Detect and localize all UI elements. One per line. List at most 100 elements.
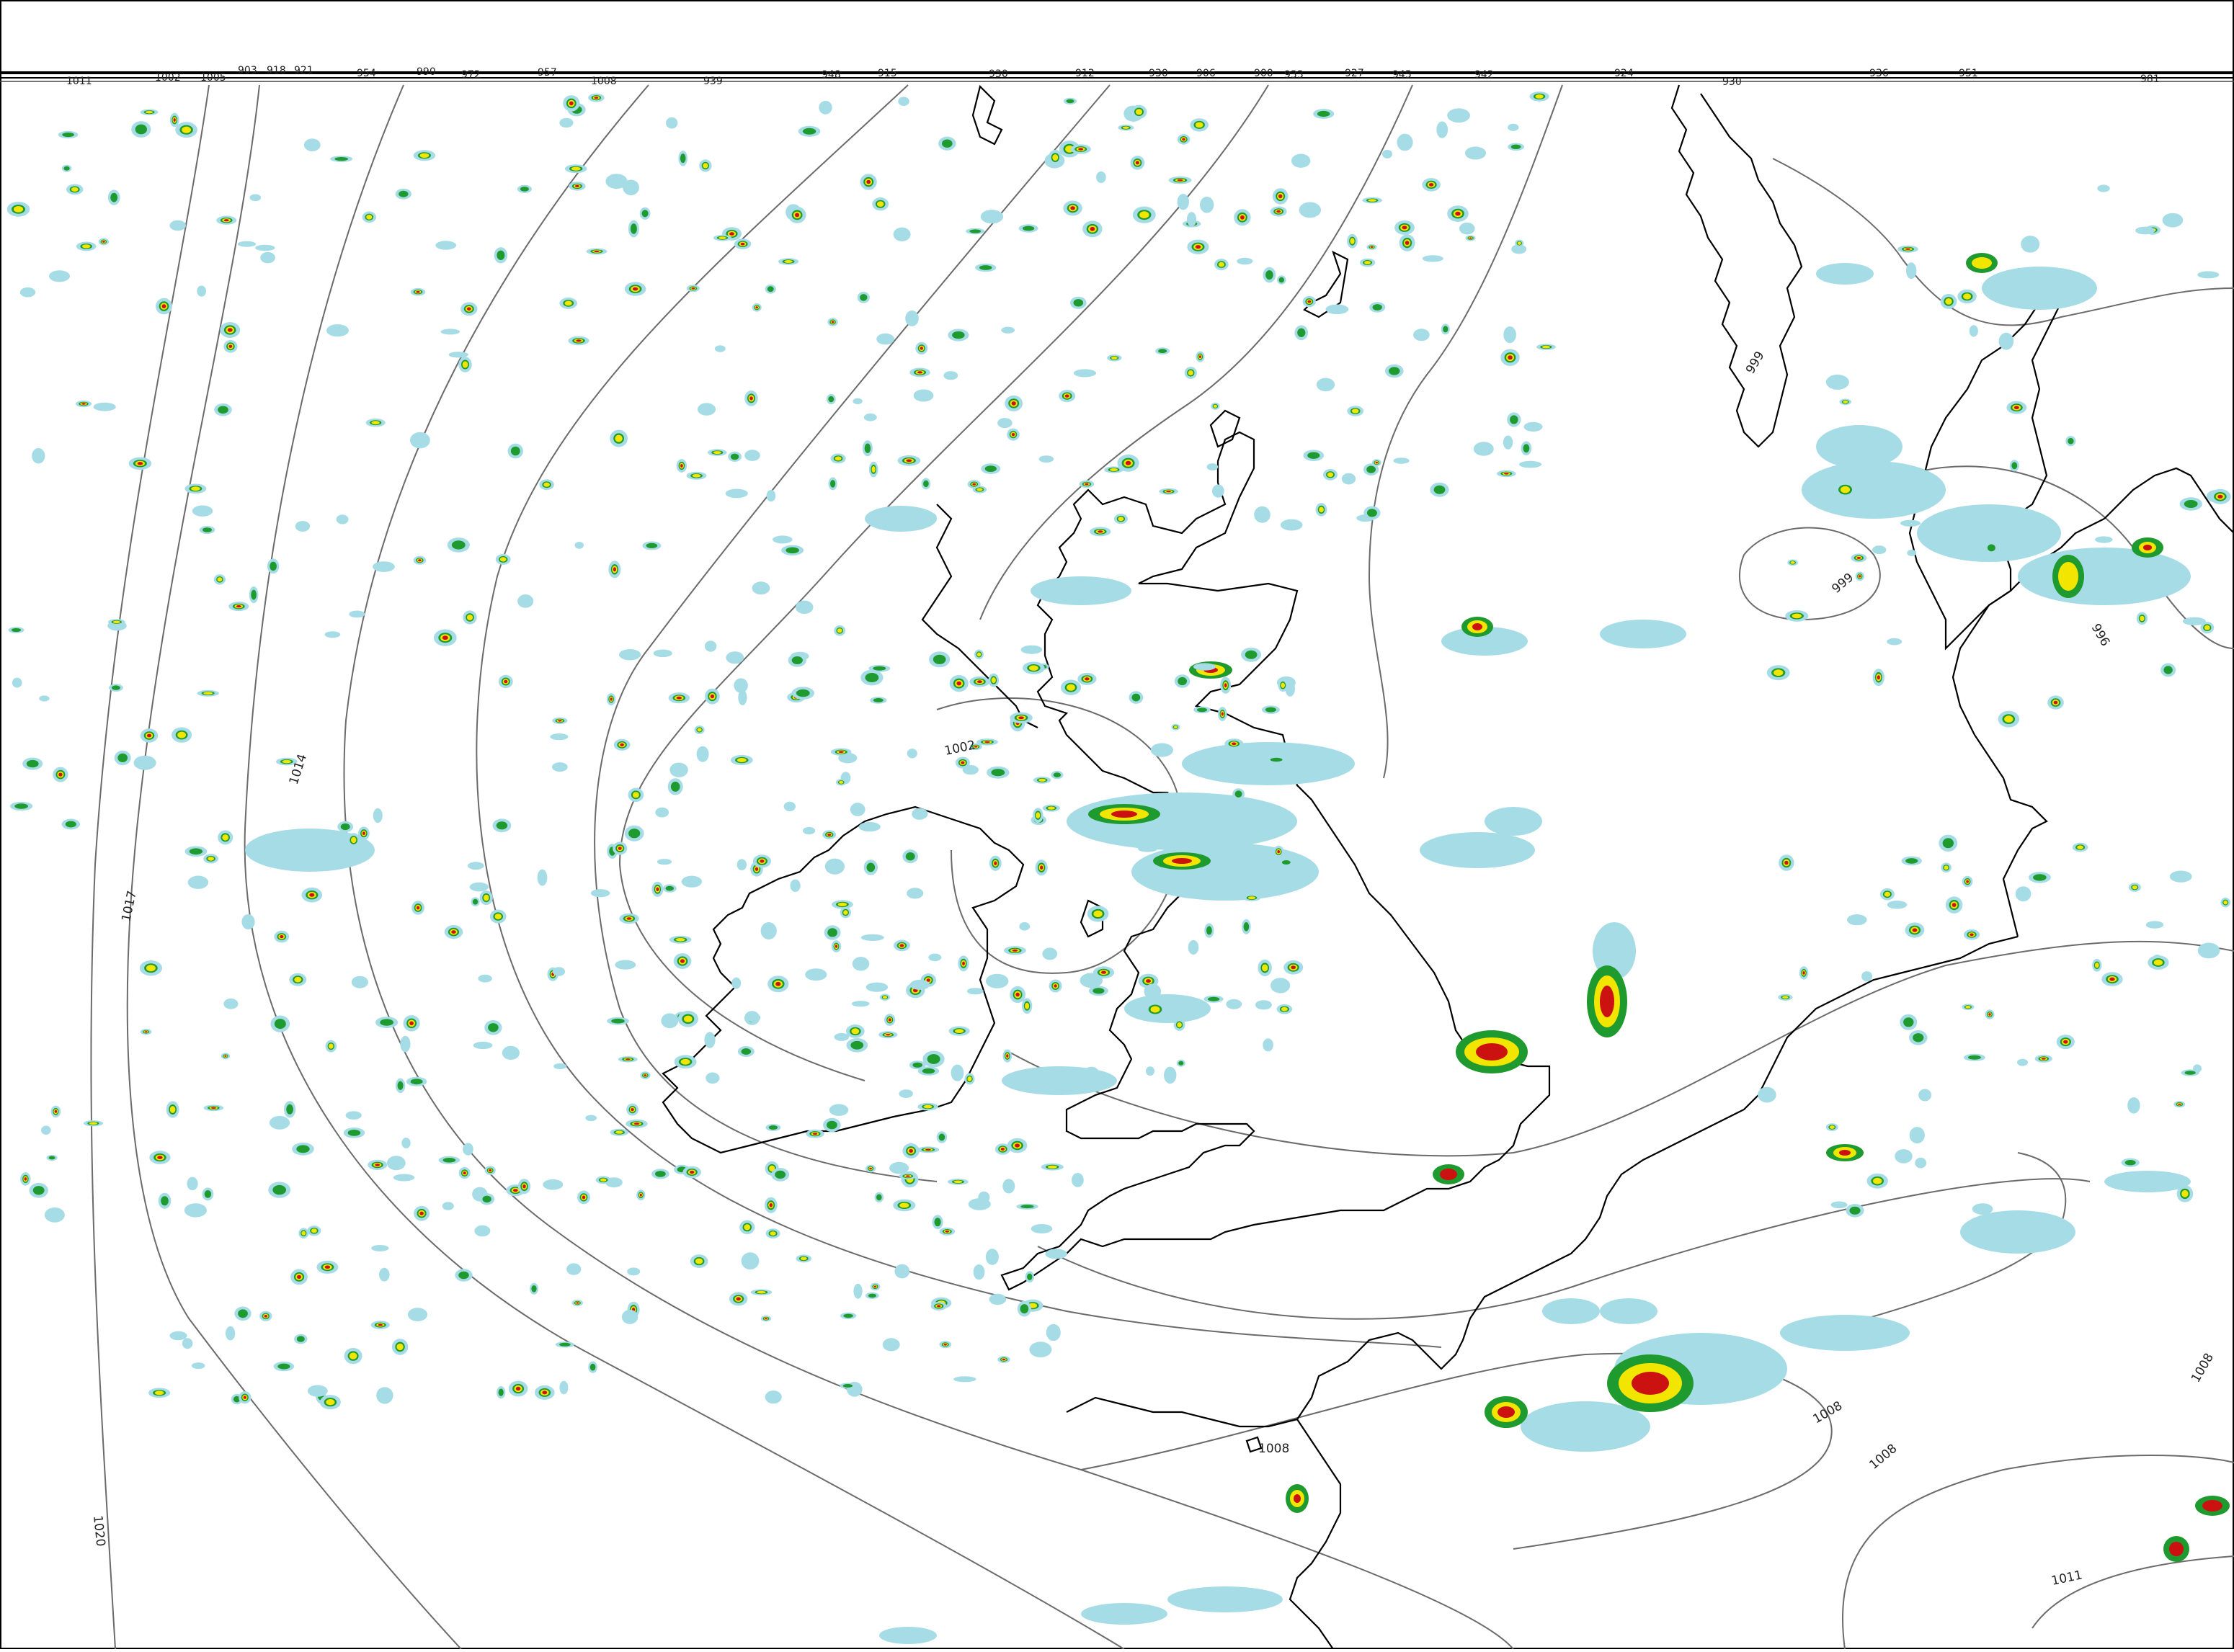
scale-label: 939 [703, 76, 723, 87]
shower-cell [112, 685, 120, 690]
shower-cell [1196, 707, 1208, 713]
scale-label: 930 [1722, 76, 1742, 88]
shower-cell [928, 953, 942, 962]
shower-cell [824, 858, 845, 875]
shower-cell [326, 324, 349, 337]
shower-cell [1291, 965, 1296, 970]
shower-cell [853, 398, 863, 405]
shower-cell [1281, 682, 1285, 688]
shower-cell [850, 803, 865, 816]
shower-cell [1366, 465, 1376, 473]
shower-cell [552, 967, 566, 976]
shower-cell [569, 101, 574, 106]
shower-cell [1830, 1201, 1848, 1209]
shower-cell [1040, 865, 1043, 870]
scale-label: 900 [1254, 68, 1273, 79]
shower-cell [790, 879, 801, 893]
shower-cell [1517, 241, 1521, 245]
shower-cell [1045, 1249, 1067, 1259]
shower-cell [834, 1032, 850, 1041]
shower-cell [1015, 992, 1020, 997]
shower-cell [564, 300, 572, 306]
shower-cell [1297, 328, 1306, 337]
shower-cell [576, 339, 582, 342]
shower-cell [2017, 1058, 2028, 1066]
shower-cell [1375, 461, 1378, 464]
shower-cell [1829, 1125, 1835, 1129]
shower-cell [1020, 645, 1043, 654]
shower-cell [44, 1207, 65, 1223]
shower-cell [800, 1256, 807, 1261]
shower-cell [1195, 245, 1201, 249]
shower-cell [714, 345, 726, 352]
shower-cell [835, 945, 838, 948]
shower-cell [241, 914, 255, 930]
shower-cell [1186, 212, 1197, 227]
shower-cell [2169, 870, 2192, 883]
shower-cell [1967, 1055, 1981, 1060]
shower-cell [888, 1018, 891, 1022]
shower-cell [144, 1031, 148, 1033]
shower-cell [1278, 277, 1285, 283]
shower-cell [710, 694, 715, 699]
shower-cell [2124, 1160, 2136, 1166]
shower-cell [796, 689, 810, 697]
shower-cell [610, 697, 613, 701]
shower-cell [2109, 977, 2115, 981]
shower-cell [934, 1218, 941, 1227]
shower-cell [1036, 812, 1041, 819]
shower-cell [802, 128, 816, 135]
shower-cell [1093, 910, 1103, 918]
shower-cell [989, 1293, 1007, 1305]
shower-cell [467, 862, 484, 870]
shower-cell [1278, 194, 1283, 199]
shower-cell [1912, 928, 1918, 932]
shower-cell [1966, 880, 1969, 883]
shower-cell [768, 1125, 778, 1130]
shower-cell [1265, 270, 1273, 280]
shower-cell [191, 486, 200, 491]
shower-cell [1158, 349, 1167, 354]
shower-cell [943, 371, 958, 380]
shower-cell [81, 244, 91, 249]
shower-cell [917, 808, 928, 819]
shower-cell [1895, 1149, 1913, 1164]
shower-cell [1038, 778, 1046, 782]
shower-cell [632, 287, 638, 291]
shower-cell [866, 862, 876, 872]
shower-cell [736, 859, 747, 870]
shower-cell [187, 875, 209, 889]
shower-cell [876, 1194, 882, 1201]
shower-cell [582, 1195, 586, 1200]
shower-cell [574, 542, 584, 549]
shower-cell [1915, 1157, 1927, 1169]
shower-cell [375, 1164, 381, 1166]
shower-cell [226, 1326, 236, 1341]
shower-cell [238, 1309, 248, 1318]
shower-cell [985, 1249, 999, 1265]
shower-cell [203, 527, 212, 532]
shower-cell [2182, 617, 2206, 625]
shower-cell [301, 1231, 306, 1236]
shower-cell [1873, 1177, 1882, 1184]
shower-cell [1535, 94, 1544, 99]
shower-cell [410, 432, 430, 449]
shower-cell [1397, 133, 1413, 151]
shower-cell [873, 698, 884, 702]
shower-cell [376, 1387, 393, 1404]
shower-cell [835, 456, 842, 461]
shower-cell [410, 1079, 423, 1085]
shower-cell [1918, 1089, 1932, 1102]
shower-cell [474, 1225, 491, 1237]
shower-cell [407, 1308, 428, 1321]
shower-cell [1213, 404, 1217, 408]
shower-cell [2223, 900, 2228, 905]
shower-cell [1944, 865, 1949, 870]
shower-cell [1002, 1358, 1006, 1361]
shower-cell [169, 1331, 187, 1341]
shower-cell [466, 615, 473, 620]
shower-cell [1366, 509, 1377, 517]
shower-cell [1872, 545, 1887, 555]
shower-cell [458, 1271, 469, 1280]
shower-cell [740, 242, 745, 246]
